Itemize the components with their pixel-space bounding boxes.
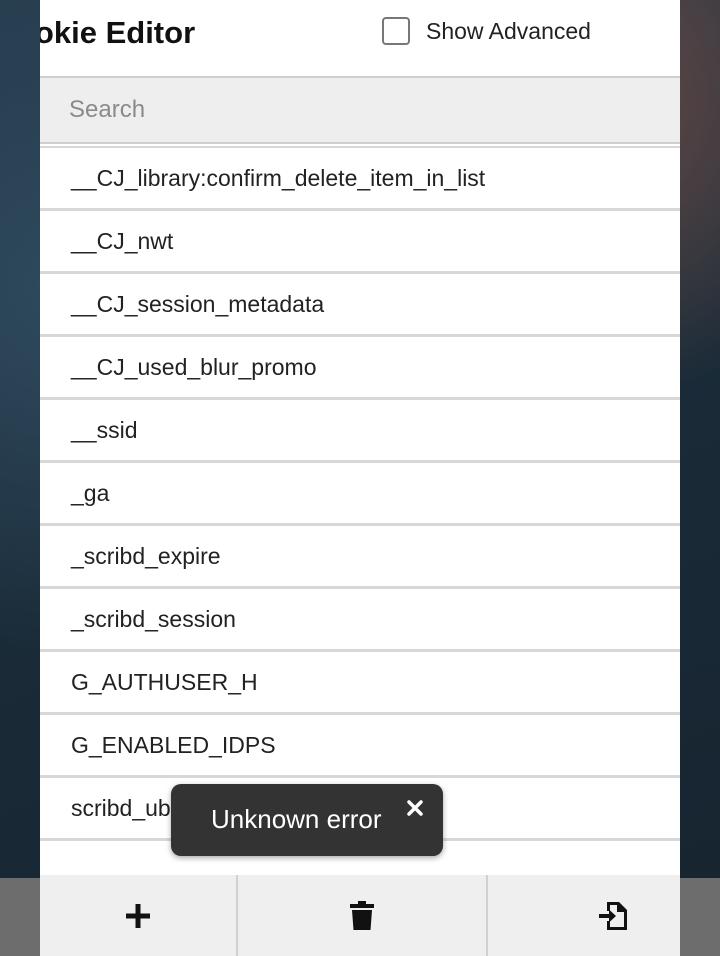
cookie-item[interactable]: __CJ_session_metadata: [40, 274, 680, 337]
cookie-editor-popup: ookie Editor Show Advanced __CJ_library:…: [40, 0, 680, 956]
trash-icon: [350, 900, 374, 930]
toast-message: Unknown error: [211, 804, 382, 834]
cookie-item[interactable]: __CJ_library:confirm_delete_item_in_list: [40, 146, 680, 211]
cookie-item[interactable]: _scribd_expire: [40, 526, 680, 589]
toast-close-button[interactable]: [403, 796, 427, 820]
cookie-item[interactable]: G_AUTHUSER_H: [40, 652, 680, 715]
import-button[interactable]: [488, 875, 680, 956]
cookie-item[interactable]: __ssid: [40, 400, 680, 463]
cookie-item[interactable]: __CJ_nwt: [40, 211, 680, 274]
cookie-item[interactable]: __CJ_used_blur_promo: [40, 337, 680, 400]
plus-icon: [126, 903, 150, 928]
add-cookie-button[interactable]: [40, 875, 238, 956]
show-advanced-label[interactable]: Show Advanced: [426, 18, 591, 45]
app-title: ookie Editor: [40, 15, 196, 50]
footer-toolbar: [40, 875, 680, 956]
close-icon: [407, 800, 423, 816]
cookie-list: __CJ_library:confirm_delete_item_in_list…: [40, 146, 680, 841]
delete-all-button[interactable]: [238, 875, 488, 956]
cookie-item[interactable]: G_ENABLED_IDPS: [40, 715, 680, 778]
show-advanced-toggle[interactable]: Show Advanced: [382, 14, 591, 48]
cookie-item[interactable]: _scribd_session: [40, 589, 680, 652]
search-input[interactable]: [40, 78, 680, 144]
cookie-item[interactable]: _ga: [40, 463, 680, 526]
show-advanced-checkbox[interactable]: [382, 17, 410, 45]
import-file-icon: [599, 901, 627, 930]
popup-header: ookie Editor Show Advanced: [40, 0, 680, 78]
error-toast: Unknown error: [171, 784, 443, 856]
